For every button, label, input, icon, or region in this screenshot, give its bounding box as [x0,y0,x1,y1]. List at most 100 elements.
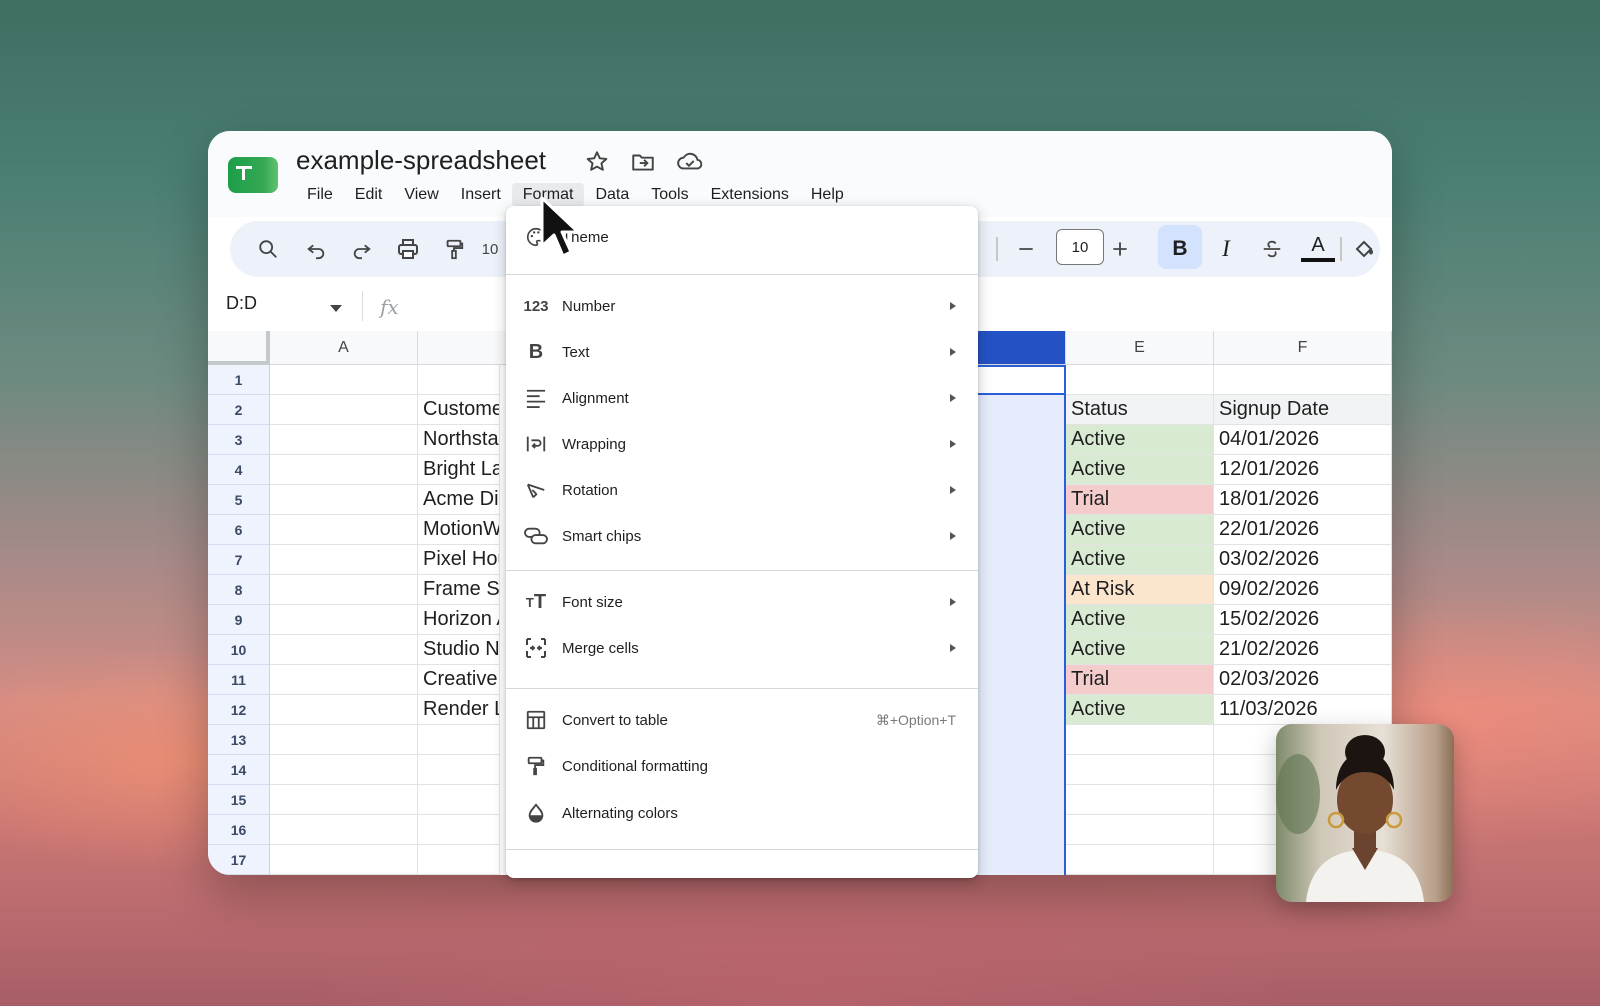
name-box-dropdown-icon[interactable] [330,305,342,312]
search-icon[interactable] [254,235,282,263]
cell-a[interactable] [270,665,418,695]
row-header[interactable]: 3 [208,425,270,455]
cell-customer[interactable] [418,845,500,875]
cell-signup-date[interactable]: 09/02/2026 [1214,575,1392,605]
cell-a[interactable] [270,455,418,485]
menu-item-alignment[interactable]: Alignment [506,375,978,421]
select-all-corner[interactable] [208,331,270,365]
cell-signup-date[interactable]: 12/01/2026 [1214,455,1392,485]
cell-a[interactable] [270,395,418,425]
cell-status[interactable]: Active [1066,695,1214,725]
cell-customer[interactable]: Custome [418,395,500,425]
paint-format-icon[interactable] [440,235,468,263]
column-header-a[interactable]: A [270,331,418,365]
menu-edit[interactable]: Edit [344,183,394,207]
cell-a[interactable] [270,485,418,515]
zoom-select[interactable]: 10 [480,235,500,263]
cell-status[interactable]: Status [1066,395,1214,425]
cell-status[interactable]: Trial [1066,485,1214,515]
cell-a[interactable] [270,755,418,785]
cell-signup-date[interactable]: 15/02/2026 [1214,605,1392,635]
cell-customer[interactable]: Bright La [418,455,500,485]
cell-customer[interactable] [418,785,500,815]
cell-customer[interactable]: Acme Dig [418,485,500,515]
cell-status[interactable] [1066,815,1214,845]
cell-signup-date[interactable]: 04/01/2026 [1214,425,1392,455]
menu-item-smart-chips[interactable]: Smart chips [506,513,978,559]
row-header[interactable]: 15 [208,785,270,815]
row-header[interactable]: 5 [208,485,270,515]
cell-a[interactable] [270,815,418,845]
menu-help[interactable]: Help [800,183,855,207]
menu-file[interactable]: File [296,183,344,207]
menu-view[interactable]: View [393,183,449,207]
menu-item-alternating-colors[interactable]: Alternating colors [506,790,978,836]
italic-button[interactable]: I [1212,235,1240,263]
font-size-input[interactable]: 10 [1056,229,1104,265]
column-header-f[interactable]: F [1214,331,1392,365]
cell-signup-date[interactable]: 11/03/2026 [1214,695,1392,725]
redo-icon[interactable] [348,235,376,263]
row-header[interactable]: 1 [208,365,270,395]
move-folder-icon[interactable] [630,149,656,175]
menu-item-text[interactable]: B Text [506,329,978,375]
row-header[interactable]: 4 [208,455,270,485]
cell-signup-date[interactable]: 18/01/2026 [1214,485,1392,515]
cell-status[interactable]: Active [1066,635,1214,665]
menu-item-wrapping[interactable]: Wrapping [506,421,978,467]
cell-signup-date[interactable]: Signup Date [1214,395,1392,425]
name-box[interactable]: D:D [226,293,257,314]
cell-status[interactable] [1066,845,1214,875]
cell-status[interactable]: Active [1066,455,1214,485]
cell-status[interactable] [1066,365,1214,395]
menu-item-rotation[interactable]: Rotation [506,467,978,513]
cell-status[interactable] [1066,755,1214,785]
bold-button[interactable]: B [1166,235,1194,263]
cell-customer[interactable]: Studio No [418,635,500,665]
cell-a[interactable] [270,695,418,725]
cell-customer[interactable]: Horizon A [418,605,500,635]
text-color-button[interactable]: A [1301,231,1335,265]
cell-a[interactable] [270,845,418,875]
cell-a[interactable] [270,545,418,575]
cell-status[interactable]: At Risk [1066,575,1214,605]
cell-status[interactable]: Active [1066,515,1214,545]
cell-customer[interactable]: Creative [418,665,500,695]
menu-item-conditional-formatting[interactable]: Conditional formatting [506,743,978,789]
menu-tools[interactable]: Tools [640,183,699,207]
cloud-saved-icon[interactable] [676,149,703,175]
menu-item-merge-cells[interactable]: Merge cells [506,625,978,671]
cell-customer[interactable]: Render L [418,695,500,725]
menu-extensions[interactable]: Extensions [700,183,800,207]
cell-customer[interactable]: Frame St [418,575,500,605]
cell-customer[interactable]: MotionWo [418,515,500,545]
cell-signup-date[interactable]: 03/02/2026 [1214,545,1392,575]
cell-a[interactable] [270,515,418,545]
row-header[interactable]: 8 [208,575,270,605]
cell-customer[interactable] [418,815,500,845]
strikethrough-icon[interactable] [1258,235,1286,263]
cell-status[interactable]: Trial [1066,665,1214,695]
row-header[interactable]: 2 [208,395,270,425]
cell-status[interactable] [1066,785,1214,815]
row-header[interactable]: 13 [208,725,270,755]
row-header[interactable]: 7 [208,545,270,575]
document-title[interactable]: example-spreadsheet [296,145,546,176]
increase-font-size-icon[interactable] [1106,235,1134,263]
cell-status[interactable]: Active [1066,545,1214,575]
fill-color-icon[interactable] [1350,235,1378,263]
menu-insert[interactable]: Insert [450,183,512,207]
row-header[interactable]: 14 [208,755,270,785]
cell-customer[interactable] [418,365,500,395]
row-header[interactable]: 10 [208,635,270,665]
cell-a[interactable] [270,785,418,815]
decrease-font-size-icon[interactable] [1012,235,1040,263]
cell-signup-date[interactable]: 02/03/2026 [1214,665,1392,695]
row-header[interactable]: 11 [208,665,270,695]
row-header[interactable]: 16 [208,815,270,845]
sheets-logo-icon[interactable] [228,157,278,193]
cell-customer[interactable]: Northstar [418,425,500,455]
cell-a[interactable] [270,635,418,665]
star-icon[interactable] [584,149,610,175]
cell-a[interactable] [270,365,418,395]
